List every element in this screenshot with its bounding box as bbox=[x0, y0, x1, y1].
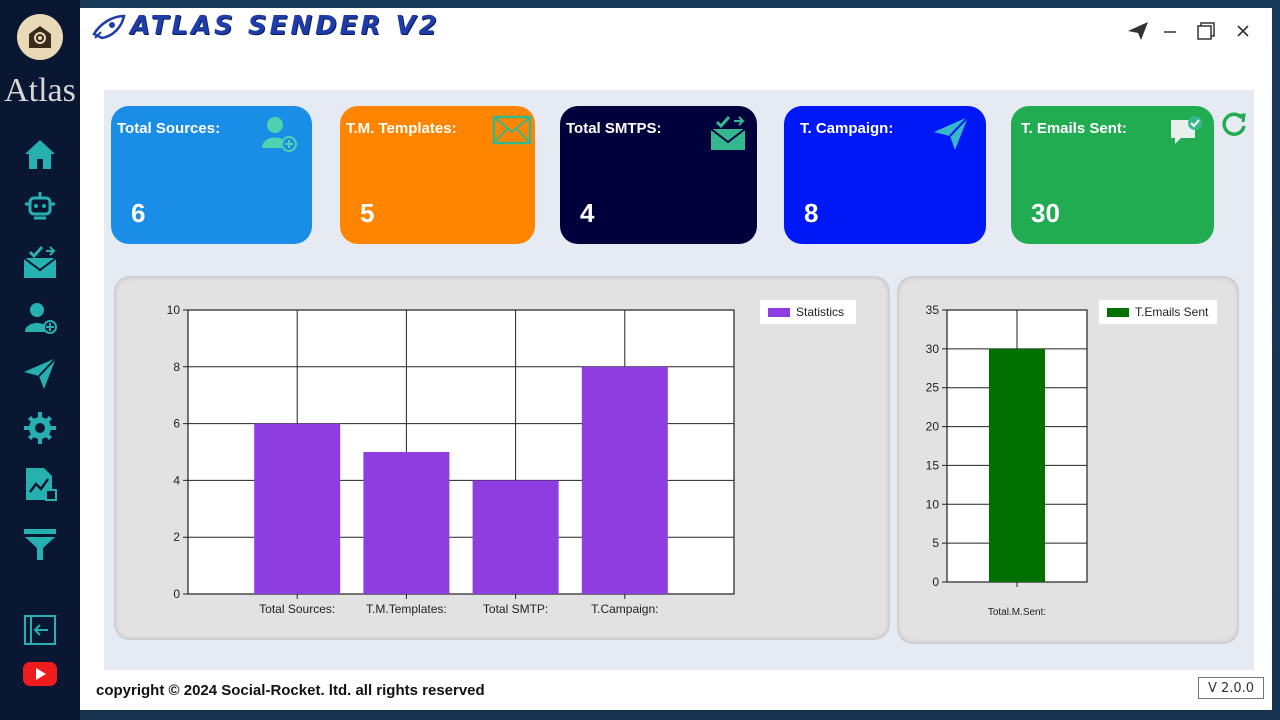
minimize-icon bbox=[1164, 31, 1176, 33]
emails-sent-chart: 0 5 10 15 20 25 30 35 Total.M.Sent: T.Emails Sent bbox=[926, 300, 1217, 618]
card-value: 6 bbox=[131, 198, 146, 228]
y-tick-label: 2 bbox=[173, 530, 180, 544]
mail-check-icon bbox=[710, 116, 746, 150]
emails-sent-chart-panel: 0 5 10 15 20 25 30 35 Total.M.Sent: T.Emails Sent bbox=[897, 276, 1239, 644]
card-title: T.M. Templates: bbox=[346, 120, 457, 137]
card-value: 8 bbox=[804, 198, 819, 228]
y-tick-label: 35 bbox=[926, 303, 940, 317]
paper-plane-icon bbox=[934, 116, 969, 150]
y-tick-label: 4 bbox=[173, 473, 180, 487]
robot-icon bbox=[25, 192, 55, 220]
paper-plane-icon bbox=[24, 357, 57, 389]
x-tick-label: Total.M.Sent: bbox=[988, 607, 1046, 618]
sidebar-item-sources[interactable] bbox=[20, 298, 60, 338]
mail-at-icon bbox=[29, 26, 51, 48]
logout-icon bbox=[24, 615, 56, 645]
y-tick-label: 8 bbox=[173, 360, 180, 374]
card-title: Total Sources: bbox=[117, 120, 221, 137]
x-tick-label: Total Sources: bbox=[259, 602, 335, 616]
card-campaign: T. Campaign: 8 bbox=[784, 106, 986, 244]
y-tick-label: 30 bbox=[926, 342, 940, 356]
x-tick-label: Total SMTP: bbox=[483, 602, 548, 616]
card-emails-sent: T. Emails Sent: 30 bbox=[1011, 106, 1214, 244]
y-tick-label: 5 bbox=[932, 536, 939, 550]
y-tick-label: 20 bbox=[926, 420, 940, 434]
envelope-icon bbox=[492, 115, 532, 145]
bar bbox=[472, 480, 559, 594]
sidebar-item-filter[interactable] bbox=[20, 524, 60, 564]
legend-label: T.Emails Sent bbox=[1135, 305, 1209, 319]
legend-swatch bbox=[1107, 308, 1129, 317]
y-tick-label: 0 bbox=[173, 587, 180, 601]
sidebar-item-home[interactable] bbox=[20, 134, 60, 174]
add-user-icon bbox=[262, 117, 297, 152]
dashboard-content: Total Sources: 6 T.M. Templates: 5 Total… bbox=[104, 90, 1254, 670]
y-tick-label: 6 bbox=[173, 417, 180, 431]
y-tick-label: 10 bbox=[167, 303, 181, 317]
chat-check-icon bbox=[1171, 116, 1202, 144]
sidebar-item-logout[interactable] bbox=[20, 610, 60, 650]
y-tick-label: 25 bbox=[926, 381, 940, 395]
rocket-icon bbox=[92, 14, 126, 40]
close-icon bbox=[1237, 25, 1249, 37]
bar bbox=[363, 452, 450, 594]
card-title: Total SMTPS: bbox=[566, 120, 662, 137]
y-tick-label: 15 bbox=[926, 458, 940, 472]
card-value: 5 bbox=[360, 198, 375, 228]
app-logo bbox=[17, 14, 63, 60]
card-value: 4 bbox=[580, 198, 595, 228]
minimize-button[interactable] bbox=[1155, 16, 1185, 46]
sidebar-item-youtube[interactable] bbox=[20, 654, 60, 694]
send-button[interactable] bbox=[1123, 16, 1153, 46]
copyright-text: copyright © 2024 Social-Rocket. ltd. all… bbox=[96, 682, 485, 699]
statistics-chart-panel: 0 2 4 6 8 10 Total Sources: T.M.Templates: Total… bbox=[114, 276, 890, 640]
chart-doc-icon bbox=[26, 468, 57, 501]
legend-label: Statistics bbox=[796, 305, 844, 319]
paper-plane-icon bbox=[1128, 22, 1148, 40]
add-user-icon bbox=[25, 303, 57, 334]
maximize-button[interactable] bbox=[1191, 16, 1221, 46]
sidebar-item-templates[interactable] bbox=[20, 242, 60, 282]
home-icon bbox=[25, 140, 55, 169]
logo-text: Atlas bbox=[4, 72, 76, 109]
version-label: V 2.0.0 bbox=[1198, 677, 1264, 699]
y-tick-label: 0 bbox=[932, 575, 939, 589]
card-total-sources: Total Sources: 6 bbox=[111, 106, 312, 244]
y-tick-label: 10 bbox=[926, 497, 940, 511]
bar bbox=[254, 423, 341, 594]
app-title: ATLAS SENDER V2 bbox=[130, 11, 440, 41]
main-window: ATLAS SENDER V2 Total Sources: 6 T.M. Te… bbox=[80, 8, 1272, 710]
card-smtps: Total SMTPS: 4 bbox=[560, 106, 757, 244]
card-templates: T.M. Templates: 5 bbox=[340, 106, 535, 244]
sidebar-item-reports[interactable] bbox=[20, 464, 60, 504]
card-title: T. Emails Sent: bbox=[1021, 120, 1127, 137]
sidebar: Atlas bbox=[0, 0, 80, 720]
x-tick-label: T.Campaign: bbox=[591, 602, 658, 616]
sidebar-item-settings[interactable] bbox=[20, 408, 60, 448]
statistics-chart: 0 2 4 6 8 10 Total Sources: T.M.Templates: Total… bbox=[167, 300, 856, 616]
legend-swatch bbox=[768, 308, 790, 317]
filter-icon bbox=[24, 529, 56, 560]
bar bbox=[989, 348, 1045, 582]
youtube-icon bbox=[23, 662, 57, 686]
restore-icon bbox=[1197, 22, 1215, 40]
bar bbox=[581, 366, 668, 594]
card-value: 30 bbox=[1031, 198, 1060, 228]
refresh-icon[interactable] bbox=[1220, 110, 1248, 138]
sidebar-item-campaign[interactable] bbox=[20, 353, 60, 393]
card-title: T. Campaign: bbox=[800, 120, 894, 137]
gear-icon bbox=[24, 412, 56, 444]
mail-check-icon bbox=[23, 246, 57, 278]
sidebar-item-senders[interactable] bbox=[20, 186, 60, 226]
close-button[interactable] bbox=[1228, 16, 1258, 46]
x-tick-label: T.M.Templates: bbox=[366, 602, 447, 616]
